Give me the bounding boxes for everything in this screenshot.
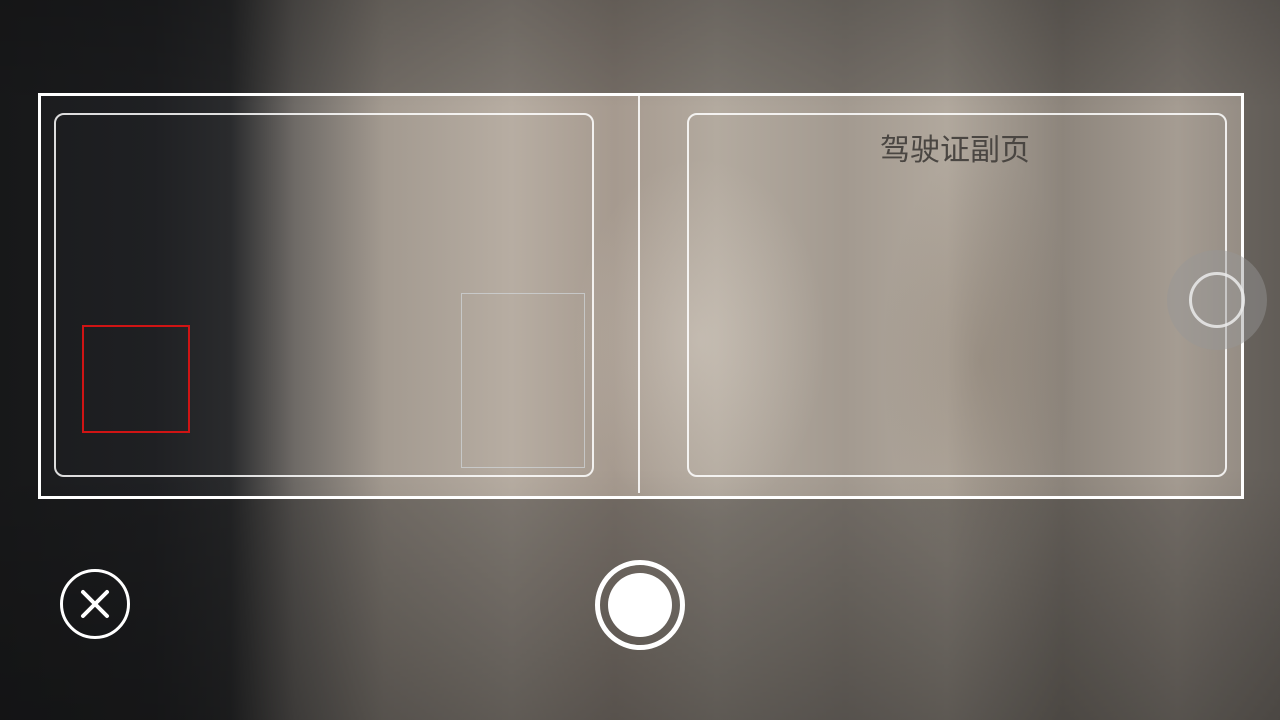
shutter-button[interactable] <box>595 560 685 650</box>
page-divider <box>638 96 640 493</box>
flip-icon <box>1189 272 1245 328</box>
camera-preview: 驾驶证副页 <box>0 0 1280 720</box>
dim-overlay-top <box>0 0 1280 94</box>
shutter-icon <box>608 573 672 637</box>
close-button[interactable] <box>60 569 130 639</box>
flip-camera-button[interactable] <box>1167 250 1267 350</box>
dim-overlay-left <box>0 94 40 496</box>
sub-page-label: 驾驶证副页 <box>880 133 1030 168</box>
close-icon <box>81 590 109 618</box>
seal-guide-box <box>461 293 585 468</box>
photo-guide-box <box>82 325 190 433</box>
